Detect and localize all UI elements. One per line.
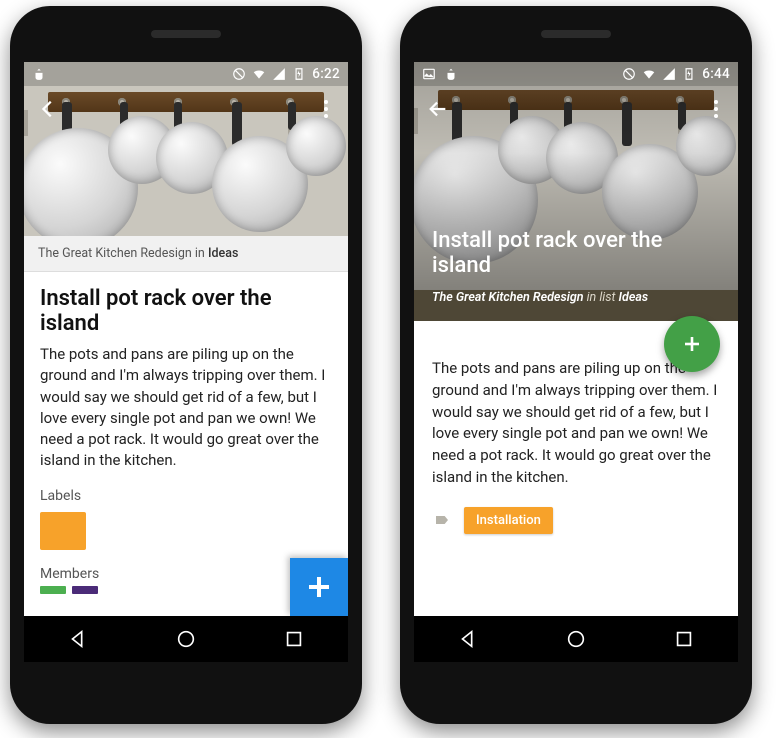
card-description[interactable]: The pots and pans are piling up on the g…: [24, 344, 348, 486]
labels-section-header: Labels: [24, 486, 348, 512]
board-name: The Great Kitchen Redesign: [38, 246, 192, 261]
wifi-icon: [642, 67, 656, 81]
nav-recents-button[interactable]: [673, 628, 695, 650]
image-notification-icon: [422, 67, 436, 81]
android-nav-bar: [24, 616, 348, 662]
screen-after: Install pot rack over the island 6:44: [414, 62, 738, 662]
nav-back-button[interactable]: [67, 628, 89, 650]
list-name: Ideas: [208, 246, 238, 261]
nav-recents-button[interactable]: [283, 628, 305, 650]
overflow-menu-button[interactable]: [314, 100, 338, 118]
clock: 6:22: [312, 66, 340, 82]
board-list-breadcrumb[interactable]: The Great Kitchen Redesign in Ideas: [24, 236, 348, 272]
phone-mockup-after: Install pot rack over the island 6:44: [400, 6, 752, 724]
status-bar: 6:22: [24, 62, 348, 86]
card-content: The pots and pans are piling up on the g…: [414, 342, 738, 616]
overflow-menu-button[interactable]: [704, 100, 728, 118]
list-name: Ideas: [619, 290, 649, 305]
board-list-breadcrumb[interactable]: The Great Kitchen Redesign in list Ideas: [432, 290, 720, 305]
nav-back-button[interactable]: [457, 628, 479, 650]
phone-mockup-before: 6:22 The Great Kitchen Redesign in Ideas…: [10, 6, 362, 724]
battery-charging-icon: [682, 67, 696, 81]
status-bar: 6:44: [414, 62, 738, 86]
back-button[interactable]: [34, 95, 62, 123]
screen-before: 6:22 The Great Kitchen Redesign in Ideas…: [24, 62, 348, 662]
no-sim-icon: [622, 67, 636, 81]
label-icon: [432, 512, 452, 528]
breadcrumb-connector: in list: [584, 290, 619, 305]
card-title[interactable]: Install pot rack over the island: [432, 228, 720, 278]
signal-icon: [662, 67, 676, 81]
fab-add-button[interactable]: [290, 558, 348, 616]
nav-home-button[interactable]: [565, 628, 587, 650]
labels-row: Installation: [414, 503, 738, 552]
label-swatch-orange[interactable]: [40, 512, 86, 550]
debug-icon: [32, 67, 46, 81]
board-name: The Great Kitchen Redesign: [432, 290, 584, 305]
wifi-icon: [252, 67, 266, 81]
card-title[interactable]: Install pot rack over the island: [24, 272, 348, 344]
battery-charging-icon: [292, 67, 306, 81]
no-sim-icon: [232, 67, 246, 81]
android-nav-bar: [414, 616, 738, 662]
back-button[interactable]: [424, 95, 452, 123]
nav-home-button[interactable]: [175, 628, 197, 650]
breadcrumb-connector: in: [192, 246, 208, 261]
app-bar: [24, 86, 348, 132]
label-chip-installation[interactable]: Installation: [464, 507, 553, 534]
fab-add-button[interactable]: [664, 316, 720, 372]
debug-icon: [444, 67, 458, 81]
clock: 6:44: [702, 66, 730, 82]
card-content: The Great Kitchen Redesign in Ideas Inst…: [24, 236, 348, 616]
signal-icon: [272, 67, 286, 81]
app-bar: [414, 86, 738, 132]
